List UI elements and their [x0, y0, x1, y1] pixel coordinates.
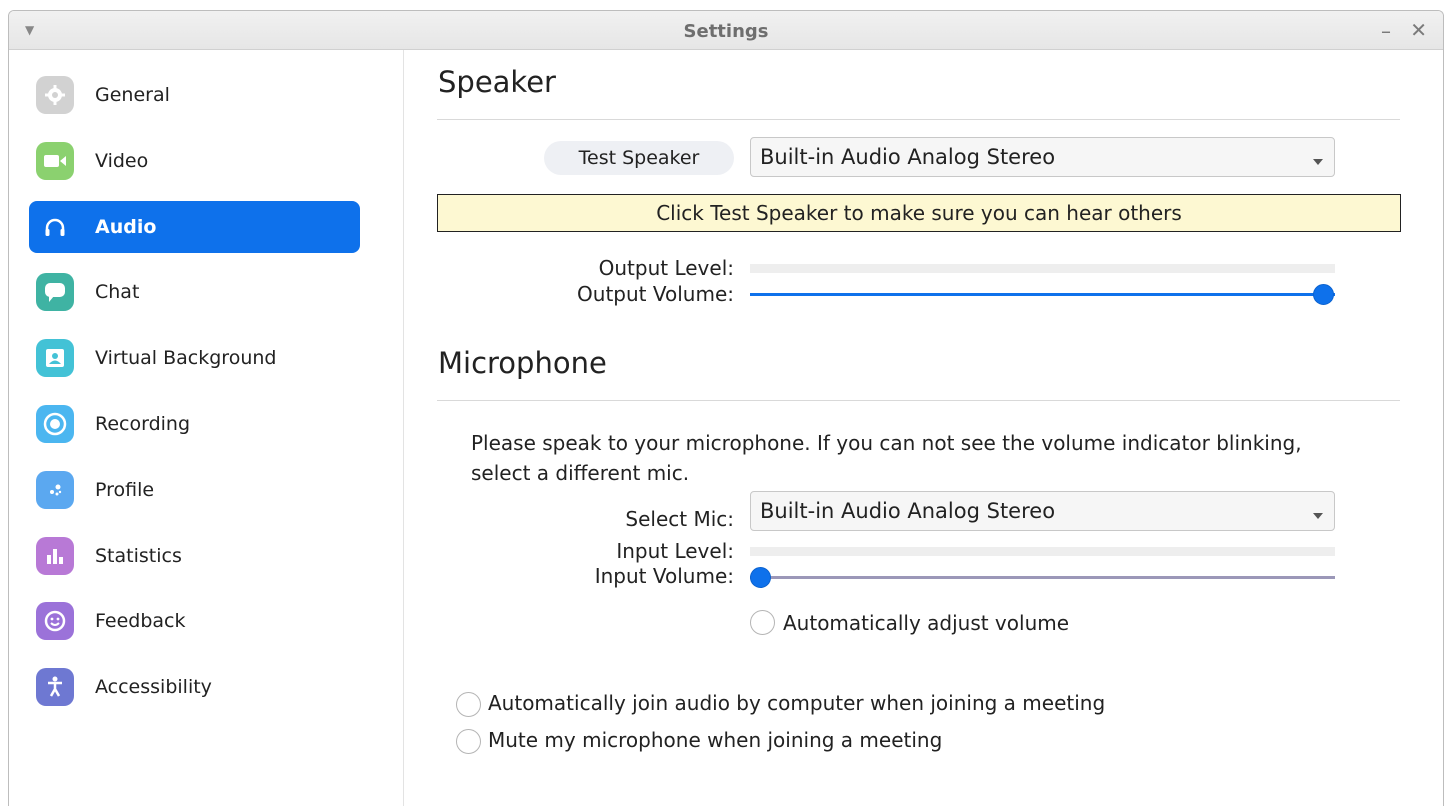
sidebar-item-feedback[interactable]: Feedback	[29, 595, 360, 647]
sidebar-item-label: Feedback	[95, 610, 186, 632]
minimize-icon[interactable]: –	[1381, 19, 1391, 43]
output-level-meter	[750, 264, 1335, 273]
auto-join-audio-checkbox[interactable]	[456, 692, 481, 717]
chat-bubble-icon	[36, 273, 74, 311]
sidebar-item-profile[interactable]: Profile	[29, 464, 360, 516]
input-volume-slider[interactable]	[750, 567, 1335, 588]
sidebar-item-audio[interactable]: Audio	[29, 201, 360, 253]
sidebar-item-recording[interactable]: Recording	[29, 398, 360, 450]
sidebar-item-label: Virtual Background	[95, 347, 277, 369]
mic-device-value: Built-in Audio Analog Stereo	[760, 499, 1056, 523]
speaker-section-title: Speaker	[438, 65, 556, 99]
output-level-label: Output Level:	[598, 256, 734, 280]
sidebar-item-video[interactable]: Video	[29, 135, 360, 187]
auto-adjust-volume-checkbox[interactable]	[750, 610, 775, 635]
person-frame-icon	[36, 339, 74, 377]
settings-sidebar: General Video Audio Chat Virtual Backgro…	[9, 50, 404, 806]
microphone-section-title: Microphone	[438, 346, 607, 380]
sidebar-item-label: Accessibility	[95, 676, 212, 698]
bar-chart-icon	[36, 537, 74, 575]
sidebar-item-general[interactable]: General	[29, 69, 360, 121]
window-title: Settings	[683, 21, 769, 42]
mic-device-select[interactable]: Built-in Audio Analog Stereo	[750, 491, 1335, 531]
smiley-icon	[36, 602, 74, 640]
audio-settings-panel: Speaker Test Speaker Built-in Audio Anal…	[405, 50, 1443, 806]
gear-icon	[36, 76, 74, 114]
sidebar-item-virtual-background[interactable]: Virtual Background	[29, 332, 360, 384]
test-speaker-hint: Click Test Speaker to make sure you can …	[437, 194, 1401, 232]
select-mic-label: Select Mic:	[625, 507, 734, 531]
output-volume-label: Output Volume:	[577, 282, 734, 306]
title-bar: ▼ Settings – ✕	[9, 11, 1443, 50]
auto-adjust-volume-label: Automatically adjust volume	[783, 611, 1070, 635]
test-speaker-button[interactable]: Test Speaker	[544, 141, 734, 175]
chevron-down-icon	[1312, 505, 1324, 524]
speaker-divider	[437, 119, 1400, 120]
microphone-instructions: Please speak to your microphone. If you …	[471, 431, 1302, 485]
output-volume-slider[interactable]	[750, 284, 1335, 305]
close-icon[interactable]: ✕	[1410, 18, 1427, 42]
sidebar-item-chat[interactable]: Chat	[29, 266, 360, 318]
profile-icon	[36, 471, 74, 509]
microphone-divider	[437, 400, 1400, 401]
record-icon	[36, 405, 74, 443]
output-volume-thumb[interactable]	[1313, 284, 1334, 305]
sidebar-item-label: Statistics	[95, 545, 182, 567]
speaker-device-select[interactable]: Built-in Audio Analog Stereo	[750, 137, 1335, 177]
input-volume-thumb[interactable]	[750, 567, 771, 588]
sidebar-item-statistics[interactable]: Statistics	[29, 530, 360, 582]
sidebar-item-label: Recording	[95, 413, 191, 435]
settings-window: ▼ Settings – ✕ General Video Audio Chat …	[8, 10, 1444, 806]
input-level-label: Input Level:	[616, 539, 734, 563]
sidebar-item-label: Profile	[95, 479, 155, 501]
mute-on-join-label: Mute my microphone when joining a meetin…	[488, 728, 943, 752]
sidebar-item-label: Video	[95, 150, 149, 172]
accessibility-icon	[36, 668, 74, 706]
headphones-icon	[36, 208, 74, 246]
input-level-meter	[750, 547, 1335, 556]
video-camera-icon	[36, 142, 74, 180]
sidebar-item-label: Chat	[95, 281, 140, 303]
auto-join-audio-label: Automatically join audio by computer whe…	[488, 691, 1106, 715]
chevron-down-icon	[1312, 151, 1324, 170]
mute-on-join-checkbox[interactable]	[456, 729, 481, 754]
sidebar-item-accessibility[interactable]: Accessibility	[29, 661, 360, 713]
sidebar-item-label: Audio	[95, 216, 157, 238]
checkmark-icon	[461, 699, 476, 711]
input-volume-label: Input Volume:	[594, 564, 734, 588]
sidebar-item-label: General	[95, 84, 170, 106]
speaker-device-value: Built-in Audio Analog Stereo	[760, 145, 1056, 169]
